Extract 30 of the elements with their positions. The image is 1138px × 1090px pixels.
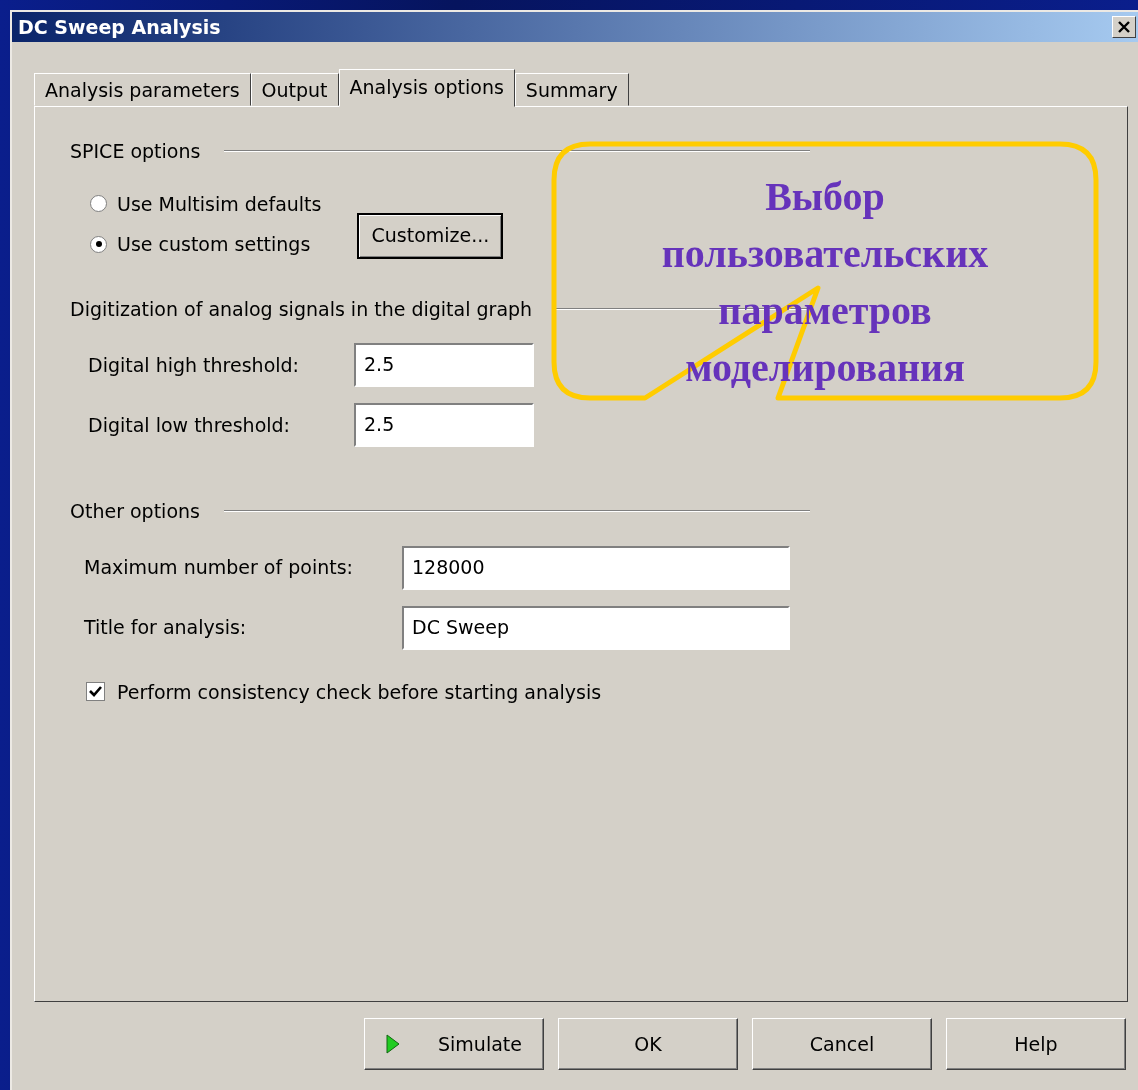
- customize-button[interactable]: Customize...: [357, 212, 504, 259]
- window-title: DC Sweep Analysis: [18, 14, 221, 40]
- field-label: Digital low threshold:: [88, 412, 292, 438]
- tab[interactable]: Analysis options: [338, 69, 515, 107]
- tab[interactable]: Output: [250, 73, 339, 106]
- tab[interactable]: Summary: [514, 73, 629, 106]
- checkbox[interactable]: [86, 682, 105, 702]
- close-icon: [1117, 21, 1131, 33]
- close-button[interactable]: [1112, 16, 1136, 38]
- simulate-button[interactable]: Simulate: [364, 1018, 544, 1070]
- field-label: Title for analysis:: [84, 615, 248, 641]
- tab[interactable]: Analysis parameters: [34, 73, 251, 106]
- group-heading: SPICE options: [70, 139, 201, 164]
- dialog-button[interactable]: Help: [946, 1018, 1126, 1070]
- field-label: Maximum number of points:: [84, 555, 354, 581]
- group-heading: Other options: [70, 499, 200, 524]
- radio-button[interactable]: [90, 195, 107, 213]
- radio-label: Use custom settings: [117, 232, 311, 257]
- field-label: Digital high threshold:: [88, 352, 300, 378]
- group-heading: Digitization of analog signals in the digital graph: [70, 296, 533, 322]
- play-icon: [386, 1034, 400, 1054]
- input-field[interactable]: 2.5: [354, 343, 534, 387]
- input-field[interactable]: 128000: [402, 545, 790, 590]
- dialog-button[interactable]: OK: [558, 1018, 738, 1070]
- dialog-button[interactable]: Cancel: [752, 1018, 932, 1070]
- radio-label: Use Multisim defaults: [117, 191, 322, 217]
- input-field[interactable]: 2.5: [354, 403, 534, 447]
- checkbox-label: Perform consistency check before starting analysis: [117, 679, 602, 705]
- radio-button[interactable]: [90, 235, 107, 253]
- input-field[interactable]: DC Sweep: [402, 605, 790, 650]
